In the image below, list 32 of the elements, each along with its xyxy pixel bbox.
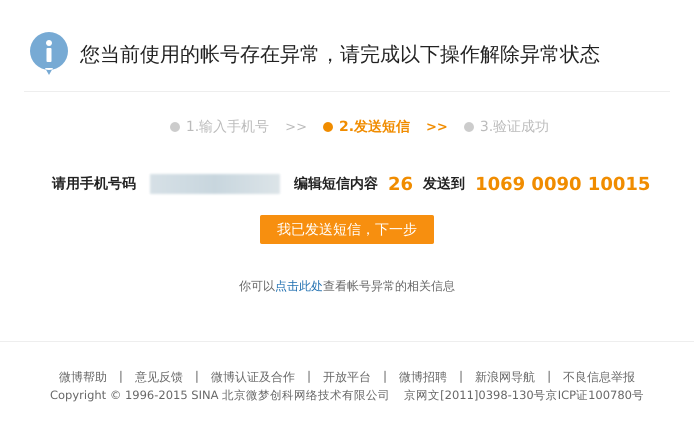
footer-link[interactable]: 微博认证及合作 [210,369,295,386]
step-item: 3.验证成功 [464,118,550,136]
license-text: 京网文[2011]0398-130号京ICP证100780号 [404,388,644,403]
footer-separator: | [306,369,311,385]
footer-separator: | [547,369,552,385]
footer-link[interactable]: 意见反馈 [134,369,183,386]
sms-code: 26 [388,174,414,194]
help-text: 你可以点击此处查看帐号异常的相关信息 [239,278,455,295]
footer-link[interactable]: 开放平台 [323,369,371,386]
step-separator: >> [285,120,307,134]
footer-link[interactable]: 微博招聘 [399,369,448,386]
instruction-label: 编辑短信内容 [294,175,378,193]
step-dot-icon [464,122,474,132]
step-item: 2.发送短信 [322,118,410,136]
footer-link[interactable]: 微博帮助 [58,369,107,386]
sms-number: 1069 0090 10015 [475,174,650,194]
info-icon [30,32,68,76]
footer-separator: | [194,369,199,385]
step-dot-icon [322,122,333,132]
help-link[interactable]: 点击此处 [275,279,323,293]
footer-separator: | [459,369,464,385]
step-dot-icon [170,122,180,132]
instruction-label: 发送到 [423,175,466,193]
copyright-text: Copyright © 1996-2015 SINA 北京微梦创科网络技术有限公司 [50,388,390,403]
instruction-label: 请用手机号码 [52,175,136,193]
footer-link[interactable]: 新浪网导航 [475,369,536,386]
step-item: 1.输入手机号 [170,118,270,136]
step-separator: >> [426,120,448,134]
footer-separator: | [118,369,123,385]
page-title: 您当前使用的帐号存在异常，请完成以下操作解除异常状态 [80,40,600,68]
footer-link[interactable]: 不良信息举报 [563,369,636,386]
footer-separator: | [383,369,388,385]
